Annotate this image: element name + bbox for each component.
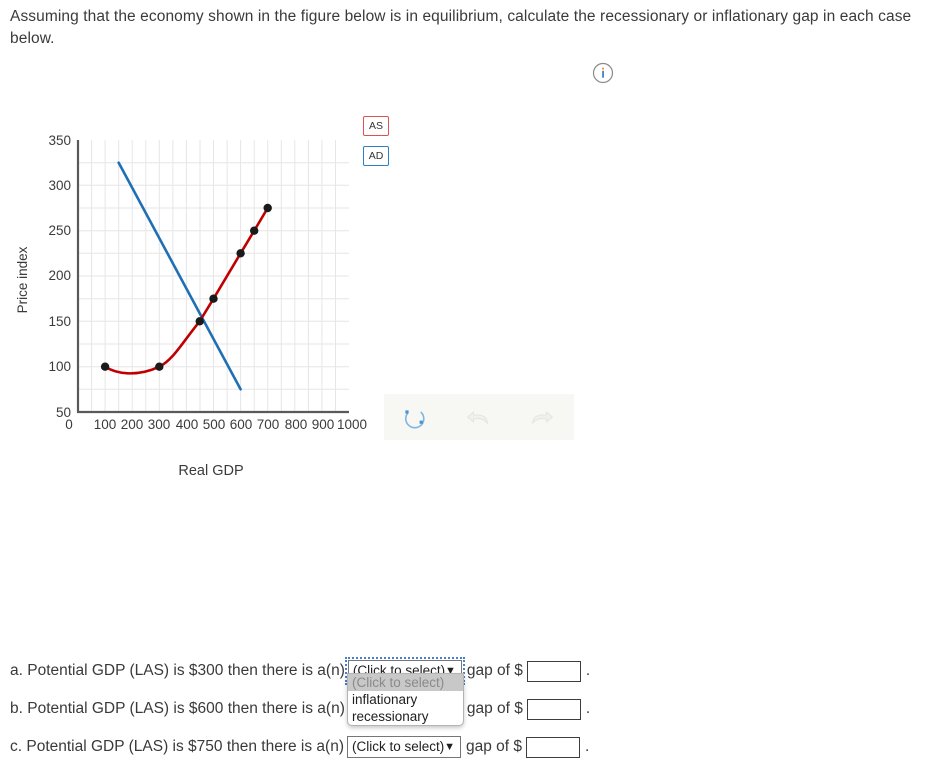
question-c-suffix: . xyxy=(585,738,590,755)
svg-text:300: 300 xyxy=(48,178,71,193)
as-point-600-225 xyxy=(236,249,245,258)
as-point-500-175 xyxy=(209,294,218,303)
svg-text:200: 200 xyxy=(48,268,71,283)
svg-text:800: 800 xyxy=(285,417,308,432)
svg-text:1000: 1000 xyxy=(337,417,367,432)
info-icon-button[interactable] xyxy=(592,62,614,84)
svg-text:250: 250 xyxy=(48,223,71,238)
question-b-middle: gap of $ xyxy=(466,700,523,717)
select-gap-type-c[interactable]: (Click to select) ▼ xyxy=(347,736,461,758)
chart-toolbar xyxy=(384,394,574,440)
question-b-prefix: b. Potential GDP (LAS) is $600 then ther… xyxy=(10,700,345,717)
dropdown-option-inflationary[interactable]: inflationary xyxy=(348,691,463,708)
as-point-650-250 xyxy=(250,226,259,235)
aggregate-supply-demand-chart: 350 300 250 200 150 100 50 0 100 200 300… xyxy=(0,100,600,500)
chart-canvas: 350 300 250 200 150 100 50 0 100 200 300… xyxy=(15,133,367,479)
answer-input-c[interactable] xyxy=(526,736,581,758)
svg-text:350: 350 xyxy=(48,133,71,148)
y-tick-labels: 350 300 250 200 150 100 50 xyxy=(48,133,71,420)
undo-button[interactable] xyxy=(464,403,492,431)
question-row-c: c. Potential GDP (LAS) is $750 then ther… xyxy=(10,728,940,766)
x-axis-title: Real GDP xyxy=(178,463,243,479)
dropdown-options-list[interactable]: (Click to select) inflationary recession… xyxy=(347,673,464,726)
answer-input-a[interactable] xyxy=(526,660,581,682)
reset-button[interactable] xyxy=(400,403,428,431)
svg-text:100: 100 xyxy=(48,359,71,374)
svg-text:400: 400 xyxy=(176,417,199,432)
dropdown-option-click-to-select[interactable]: (Click to select) xyxy=(348,674,463,691)
question-c-middle: gap of $ xyxy=(466,738,523,755)
answer-input-b[interactable] xyxy=(526,698,581,720)
question-row-b: b. Potential GDP (LAS) is $600 then ther… xyxy=(10,690,940,728)
y-axis-title: Price index xyxy=(15,246,30,313)
svg-text:300: 300 xyxy=(148,417,171,432)
dropdown-option-recessionary[interactable]: recessionary xyxy=(348,708,463,725)
answer-rows: a. Potential GDP (LAS) is $300 then ther… xyxy=(10,652,940,766)
select-c-value: (Click to select) xyxy=(352,739,445,754)
x-tick-labels: 0 100 200 300 400 500 600 700 800 900 10… xyxy=(65,417,367,432)
as-point-300-100 xyxy=(155,362,164,371)
svg-text:700: 700 xyxy=(257,417,280,432)
as-point-700-275 xyxy=(263,203,272,213)
svg-text:100: 100 xyxy=(94,417,117,432)
reset-circular-arrow-icon xyxy=(405,410,425,429)
svg-text:0: 0 xyxy=(65,417,73,432)
undo-arrow-icon xyxy=(467,411,488,424)
question-b-suffix: . xyxy=(585,700,591,717)
question-prompt: Assuming that the economy shown in the f… xyxy=(10,8,912,48)
legend-button-as[interactable]: AS xyxy=(363,116,389,136)
svg-text:200: 200 xyxy=(121,417,144,432)
svg-text:900: 900 xyxy=(312,417,335,432)
svg-text:150: 150 xyxy=(48,314,71,329)
question-a-prefix: a. Potential GDP (LAS) is $300 then ther… xyxy=(10,662,345,679)
as-point-450-150 xyxy=(195,317,204,326)
question-a-suffix: . xyxy=(585,662,591,679)
redo-button[interactable] xyxy=(528,403,556,431)
redo-arrow-icon xyxy=(532,411,553,424)
legend-button-ad[interactable]: AD xyxy=(363,146,389,166)
svg-text:600: 600 xyxy=(230,417,253,432)
question-c-prefix: c. Potential GDP (LAS) is $750 then ther… xyxy=(10,738,344,755)
info-icon xyxy=(592,62,614,84)
question-row-a: a. Potential GDP (LAS) is $300 then ther… xyxy=(10,652,940,690)
as-point-100-100 xyxy=(100,362,110,371)
question-a-middle: gap of $ xyxy=(466,662,523,679)
chevron-down-icon: ▼ xyxy=(444,741,455,753)
svg-text:500: 500 xyxy=(203,417,226,432)
